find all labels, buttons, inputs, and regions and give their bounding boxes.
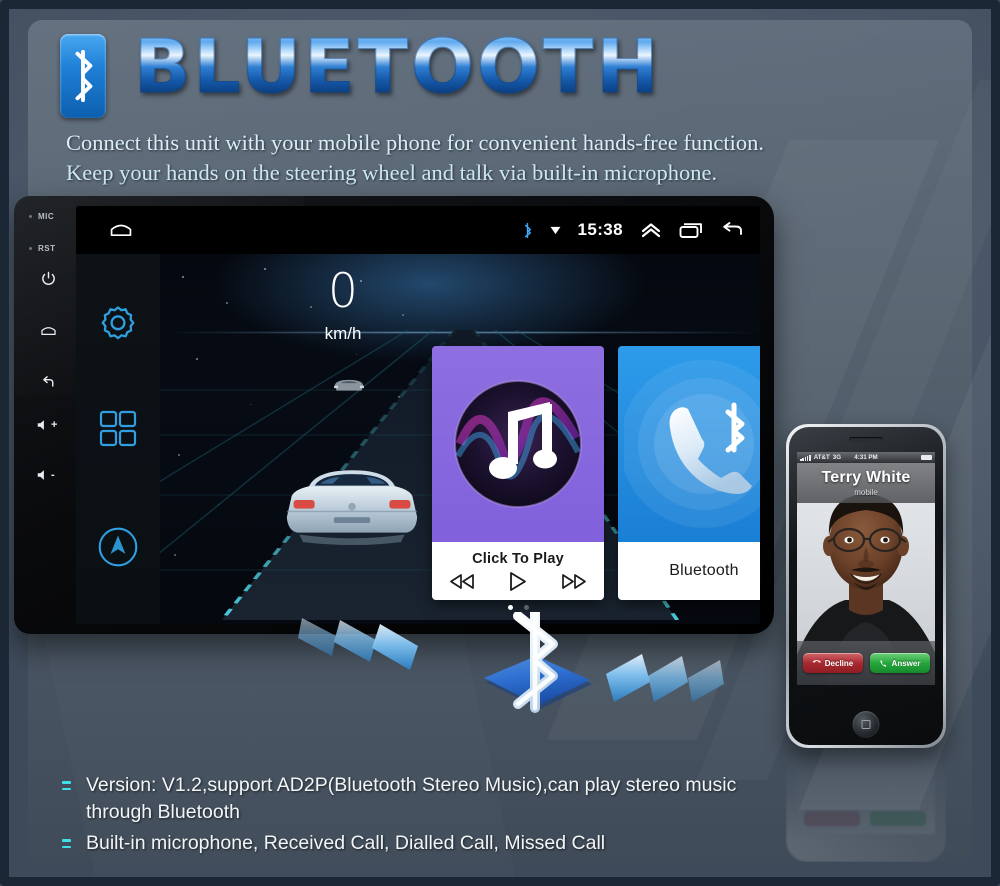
feature-list: Version: V1.2,support AD2P(Bluetooth Ste… [60, 772, 780, 861]
bullet-marker-icon [62, 839, 71, 848]
speed-unit: km/h [324, 324, 362, 343]
bullet-marker-icon [62, 781, 71, 790]
next-icon[interactable] [561, 573, 587, 590]
volume-up-label: + [51, 419, 58, 431]
phone-reflection [786, 752, 946, 862]
volume-down-label: - [51, 469, 55, 481]
feature-text: Built-in microphone, Received Call, Dial… [86, 832, 606, 854]
status-bar: 15:38 [76, 206, 760, 254]
answer-call-button[interactable]: Answer [869, 653, 930, 673]
right-chevrons [606, 654, 724, 702]
home-square-icon[interactable] [852, 711, 880, 738]
page-title: BLUETOOTH [133, 24, 662, 110]
subtitle-line-1: Connect this unit with your mobile phone… [66, 130, 764, 155]
music-note-icon [432, 346, 604, 542]
call-actions: Decline Answer [797, 641, 935, 685]
status-indicators: 15:38 [522, 206, 744, 254]
list-item: Version: V1.2,support AD2P(Bluetooth Ste… [60, 772, 780, 826]
caller-name: Terry White [821, 469, 911, 486]
subtitle-line-2: Keep your hands on the steering wheel an… [66, 160, 718, 185]
gear-icon[interactable] [98, 302, 138, 342]
bluetooth-icon [522, 222, 533, 239]
reset-label: RST [29, 244, 56, 253]
caller-info: Terry White mobile [797, 463, 935, 503]
phone-status-bar: AT&T 3G 4:31 PM [797, 452, 935, 463]
caller-type: mobile [854, 488, 878, 497]
app-sidebar [76, 254, 160, 624]
bluetooth-icon [60, 34, 106, 118]
page-dot[interactable] [523, 605, 529, 610]
music-card-label: Click To Play [472, 550, 564, 567]
music-card-footer: Click To Play [432, 542, 604, 600]
bluetooth-card[interactable]: Bluetooth [618, 346, 760, 600]
play-icon[interactable] [508, 571, 528, 592]
phone-screen: AT&T 3G 4:31 PM Terry White mobile Decli… [797, 452, 935, 685]
playback-controls [449, 571, 587, 592]
decline-call-icon [812, 660, 821, 663]
phone-earpiece [849, 437, 883, 442]
hardware-bezel: MIC RST + - [14, 196, 76, 634]
previous-icon[interactable] [449, 573, 475, 590]
apps-grid-icon[interactable] [98, 409, 138, 449]
volume-down-icon[interactable]: - [36, 468, 55, 482]
car-head-unit: MIC RST + - 15:38 0 km/h Click To Play B… [14, 196, 774, 634]
page-indicator [432, 605, 604, 610]
car-ahead-graphic [334, 379, 364, 391]
page-dot-active[interactable] [507, 605, 513, 610]
answer-label: Answer [891, 658, 921, 668]
clock: 15:38 [577, 220, 623, 239]
music-card[interactable]: Click To Play [432, 346, 604, 600]
list-item: Built-in microphone, Received Call, Dial… [60, 830, 780, 857]
home-icon[interactable] [108, 221, 134, 243]
bluetooth-card-footer: Bluetooth [618, 542, 760, 600]
phone-clock: 4:31 PM [854, 454, 878, 461]
driving-dashboard: 0 km/h Click To Play Bluetooth [160, 254, 760, 624]
user-car-graphic [286, 470, 418, 546]
decline-label: Decline [824, 658, 854, 668]
bluetooth-feature-page: BLUETOOTH Connect this unit with your mo… [0, 0, 1000, 886]
volume-up-icon[interactable]: + [36, 418, 57, 432]
recents-icon[interactable] [679, 222, 703, 239]
mobile-phone: AT&T 3G 4:31 PM Terry White mobile Decli… [786, 424, 946, 748]
bluetooth-phone-icon [618, 346, 760, 542]
bluetooth-card-label: Bluetooth [669, 562, 739, 579]
back-icon[interactable] [720, 221, 744, 239]
power-icon[interactable] [40, 270, 57, 287]
answer-call-icon [880, 659, 887, 667]
navigation-compass-icon[interactable] [97, 526, 139, 568]
touchscreen: 15:38 0 km/h Click To Play Bluetooth [76, 206, 760, 624]
home-icon[interactable] [40, 322, 57, 339]
feature-text: Version: V1.2,support AD2P(Bluetooth Ste… [86, 774, 737, 823]
page-subtitle: Connect this unit with your mobile phone… [66, 128, 764, 188]
mic-label: MIC [28, 212, 55, 221]
back-icon[interactable] [40, 374, 57, 391]
chevron-up-icon[interactable] [640, 222, 662, 238]
speed-value: 0 [328, 264, 358, 319]
signal-icon [550, 226, 561, 235]
speedometer: 0 km/h [288, 268, 398, 344]
bluetooth-transmission-graphic [298, 612, 724, 713]
decline-call-button[interactable]: Decline [802, 653, 863, 673]
left-chevrons [298, 618, 418, 670]
